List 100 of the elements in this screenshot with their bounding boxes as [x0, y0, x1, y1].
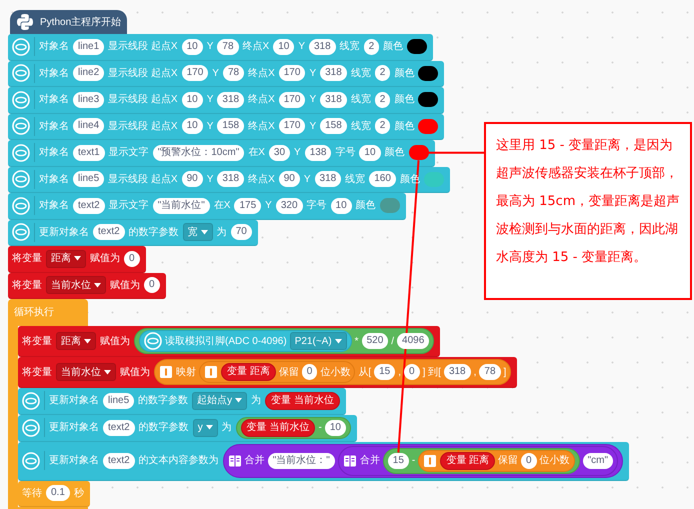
value-field[interactable]: 4096: [397, 333, 430, 349]
value-field[interactable]: text2: [103, 452, 135, 468]
block-label: 的数字参数: [138, 420, 189, 435]
block-label: ] 到[: [422, 366, 441, 380]
value-field[interactable]: 318: [444, 364, 471, 380]
value-field[interactable]: 2: [374, 118, 390, 134]
variable-reporter: 变量 当前水位: [265, 392, 340, 410]
value-field[interactable]: 158: [320, 118, 347, 134]
block-label: 更新对象名: [49, 454, 99, 468]
block-label: 显示线段 起点X: [108, 40, 178, 54]
value-field[interactable]: line5: [103, 392, 134, 409]
block-label: 将变量: [22, 334, 52, 348]
value-field[interactable]: 318: [217, 92, 244, 108]
value-field[interactable]: 90: [278, 171, 300, 188]
block-label: 终点X: [248, 120, 275, 134]
value-field[interactable]: 10: [273, 38, 294, 55]
value-field[interactable]: 170: [278, 92, 306, 108]
value-field[interactable]: 10: [182, 38, 203, 55]
block-label: Y: [206, 120, 214, 134]
value-field[interactable]: 78: [222, 65, 244, 82]
block-label: 等待: [22, 486, 42, 501]
value-field[interactable]: 30: [268, 144, 290, 161]
value-field[interactable]: line4: [73, 118, 104, 134]
value-field[interactable]: 318: [217, 171, 244, 188]
value-field[interactable]: text1: [73, 144, 105, 161]
value-field[interactable]: 15: [388, 452, 409, 468]
value-field[interactable]: 10: [324, 420, 346, 436]
block-label: Y: [309, 120, 316, 134]
block-label: 对象名: [39, 198, 69, 214]
value-field[interactable]: 138: [304, 144, 332, 161]
value-field[interactable]: 158: [217, 118, 244, 134]
value-field[interactable]: 0: [404, 364, 420, 380]
value-field[interactable]: 2: [374, 65, 390, 82]
block-label: 对象名: [39, 66, 69, 81]
block-label: 字号: [306, 198, 327, 214]
block-label: 颜色: [384, 146, 405, 160]
block-label: -: [412, 454, 416, 468]
value-field[interactable]: 70: [230, 224, 252, 240]
value-field[interactable]: 520: [362, 333, 388, 349]
variable-reporter: 变量 当前水位: [240, 418, 316, 436]
value-field[interactable]: 320: [276, 198, 303, 214]
value-field[interactable]: 78: [217, 38, 239, 55]
block-label: Y: [309, 66, 316, 81]
block-label: Python主程序开始: [40, 16, 122, 30]
block-label: -: [318, 421, 322, 435]
value-field[interactable]: 0.1: [46, 485, 70, 502]
block-label: 对象名: [39, 146, 69, 160]
block-label: 保留: [278, 366, 299, 380]
value-field[interactable]: 78: [479, 364, 501, 380]
value-field[interactable]: 170: [278, 65, 306, 82]
block-label: 颜色: [356, 198, 376, 214]
value-field[interactable]: 2: [374, 92, 390, 108]
value-field[interactable]: 0: [144, 277, 160, 294]
value-field[interactable]: 15: [374, 364, 396, 380]
value-field[interactable]: 160: [369, 171, 396, 188]
value-field[interactable]: 318: [314, 171, 342, 188]
value-field[interactable]: line2: [73, 65, 104, 82]
block-label: Y: [304, 172, 311, 187]
value-field[interactable]: 10: [182, 118, 203, 134]
block-label: 显示线段 起点X: [108, 172, 178, 187]
value-field[interactable]: 10: [182, 92, 203, 108]
annotation-box: 这里用 15 - 变量距离，是因为超声波传感器安装在杯子顶部，最高为 15cm，变量距离是超声波检测到与水面的距离，因此湖水高度为 15 - 变量距离。: [484, 122, 692, 300]
block-label: 对象名: [39, 92, 69, 108]
value-field[interactable]: 318: [308, 38, 336, 55]
block-label: 线宽: [350, 92, 371, 108]
value-field[interactable]: line5: [73, 171, 104, 188]
text-field[interactable]: "当前水位": [152, 198, 210, 214]
dropdown[interactable]: 当前水位: [56, 363, 116, 381]
block-label: 终点X: [242, 40, 270, 54]
block-label: 赋值为: [110, 278, 140, 293]
value-field[interactable]: line3: [73, 92, 104, 108]
text-field[interactable]: "预警水位：10cm": [152, 144, 244, 161]
block-label: 终点X: [248, 92, 275, 108]
text-field[interactable]: "cm": [582, 452, 614, 468]
dropdown[interactable]: 当前水位: [46, 276, 106, 294]
value-field[interactable]: 2: [364, 38, 380, 55]
value-field[interactable]: 175: [234, 198, 262, 214]
block-label: Y: [265, 199, 272, 214]
value-field[interactable]: 0: [521, 452, 537, 468]
value-field[interactable]: text2: [73, 198, 105, 214]
value-field[interactable]: 170: [278, 118, 306, 134]
block-label: 颜色: [383, 40, 404, 54]
value-field[interactable]: 318: [320, 65, 347, 82]
value-field[interactable]: 90: [182, 171, 203, 188]
value-field[interactable]: 10: [330, 198, 352, 214]
value-field[interactable]: text2: [93, 224, 125, 240]
block-label: 赋值为: [120, 366, 150, 380]
value-field[interactable]: 170: [182, 65, 208, 82]
value-field[interactable]: 318: [320, 92, 347, 108]
block-label: 映射: [176, 366, 196, 380]
dropdown[interactable]: 距离: [46, 250, 86, 268]
value-field[interactable]: 10: [359, 144, 381, 161]
text-field[interactable]: "当前水位：": [268, 452, 335, 468]
value-field[interactable]: line1: [73, 38, 104, 55]
block-label: 为: [251, 394, 262, 408]
value-field[interactable]: text2: [103, 420, 135, 436]
value-field[interactable]: 0: [124, 250, 140, 267]
value-field[interactable]: 0: [302, 364, 318, 380]
dropdown[interactable]: 距离: [56, 332, 96, 350]
block-label: 赋值为: [100, 334, 130, 348]
